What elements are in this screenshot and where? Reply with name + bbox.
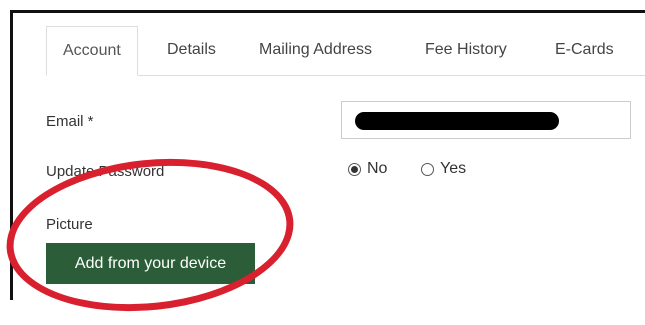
radio-yes-label: Yes — [440, 160, 467, 177]
tab-mailing-address[interactable]: Mailing Address — [259, 26, 372, 74]
radio-no[interactable]: No — [348, 160, 387, 178]
redaction-mark — [355, 112, 559, 130]
tab-bar: Account Details Mailing Address Fee Hist… — [46, 26, 645, 76]
add-from-device-button[interactable]: Add from your device — [46, 243, 255, 284]
radio-yes[interactable]: Yes — [421, 160, 466, 178]
radio-no-label: No — [367, 160, 388, 177]
tab-fee-history[interactable]: Fee History — [425, 26, 507, 74]
tab-details[interactable]: Details — [167, 26, 216, 74]
radio-no-button[interactable] — [348, 162, 361, 176]
email-label: Email * — [46, 113, 94, 130]
email-field[interactable] — [341, 101, 631, 139]
picture-label: Picture — [46, 216, 93, 233]
radio-yes-button[interactable] — [421, 162, 434, 176]
update-password-label: Update Password — [46, 163, 165, 180]
tab-e-cards[interactable]: E-Cards — [555, 26, 614, 74]
tab-account[interactable]: Account — [46, 26, 138, 76]
